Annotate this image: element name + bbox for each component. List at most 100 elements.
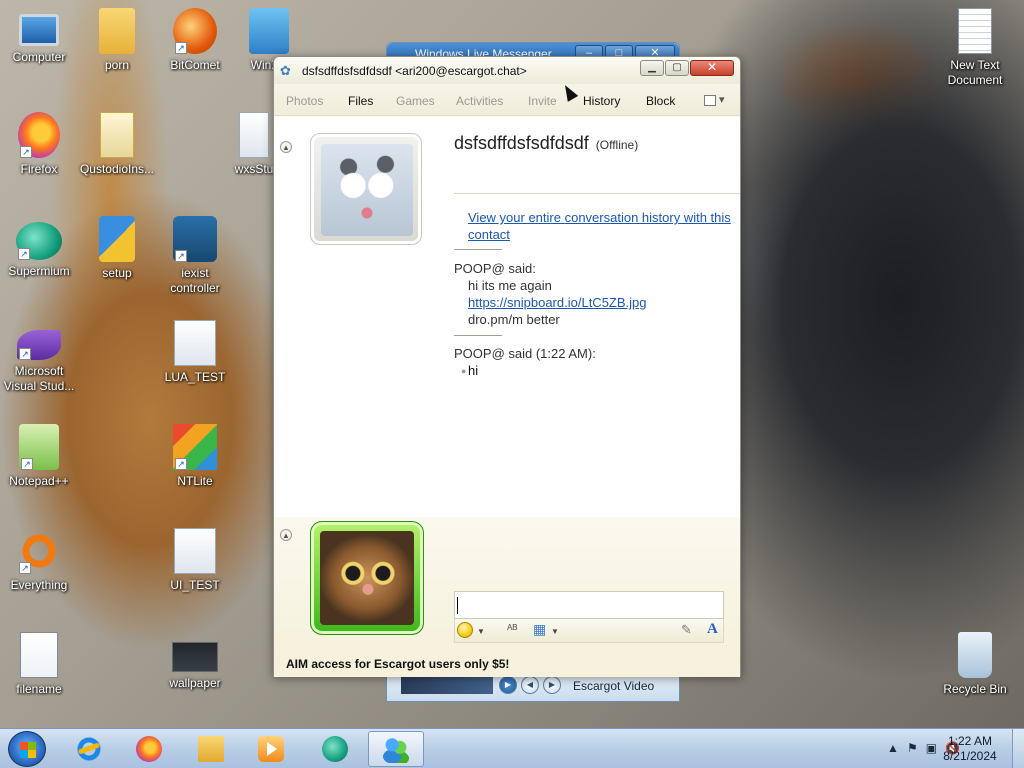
desktop-icon-new-text-document[interactable]: New Text Document — [936, 8, 1014, 88]
shortcut-arrow-icon: ↗ — [175, 250, 187, 262]
settings-file-icon — [239, 112, 269, 158]
message-divider — [454, 249, 502, 250]
contact-avatar[interactable] — [310, 133, 422, 245]
message-divider — [454, 335, 502, 336]
desktop-icon-ui-test[interactable]: UI_TEST — [156, 528, 234, 593]
toolbar-activities[interactable]: Activities — [456, 94, 503, 108]
toolbar-files[interactable]: Files — [348, 94, 373, 108]
taskbar-media-player[interactable] — [244, 731, 300, 767]
next-icon[interactable]: ▶ — [543, 676, 561, 694]
desktop-icon-recycle-bin[interactable]: Recycle Bin — [936, 632, 1014, 697]
desktop-icon-label: setup — [102, 266, 132, 280]
desktop-icon-ntlite[interactable]: ↗ NTLite — [156, 424, 234, 489]
text-caret — [457, 597, 458, 614]
iexist-icon: ↗ — [173, 216, 217, 262]
taskbar: ▲ ⚑ ▣ 🔇 1:22 AM 8/21/2024 — [0, 728, 1024, 768]
taskbar-file-explorer[interactable] — [184, 731, 240, 767]
desktop-icon-label: porn — [104, 58, 130, 72]
toolbar-games[interactable]: Games — [396, 94, 435, 108]
toolbar-more-dropdown[interactable]: ▾ — [704, 93, 728, 107]
handwriting-icon[interactable]: ✎ — [681, 622, 692, 638]
desktop-icon-qustodio[interactable]: QustodioIns... — [78, 112, 156, 177]
taskbar-messenger[interactable] — [368, 731, 424, 767]
folder-icon — [198, 736, 224, 762]
settings-file-icon — [174, 528, 216, 574]
collapse-contact-picture-icon[interactable]: ▲ — [280, 141, 292, 153]
toolbar-invite[interactable]: Invite — [528, 94, 557, 108]
shortcut-arrow-icon: ↗ — [18, 248, 30, 260]
conversation-titlebar[interactable]: ✿ dsfsdffdsfsdfdsdf <ari200@escargot.cha… — [274, 57, 740, 84]
font-icon[interactable]: A — [707, 621, 718, 638]
toolbar-history[interactable]: History — [583, 94, 620, 108]
desktop-icon-everything[interactable]: ↗ Everything — [0, 528, 78, 593]
emoticon-dropdown-icon[interactable]: ▼ — [477, 627, 485, 636]
contact-display-picture — [321, 144, 413, 236]
toolbar-block[interactable]: Block — [646, 94, 675, 108]
notepadpp-icon: ↗ — [19, 424, 59, 470]
desktop-icon-label: wxsStu — [234, 162, 274, 176]
desktop-icon-bitcomet[interactable]: ↗ BitComet — [156, 8, 234, 73]
desktop-icon-firefox[interactable]: ↗ Firefox — [0, 112, 78, 177]
image-file-icon — [172, 642, 218, 672]
start-button[interactable] — [8, 731, 46, 767]
taskbar-firefox[interactable] — [122, 731, 178, 767]
conversation-window[interactable]: ✿ dsfsdffdsfsdfdsdf <ari200@escargot.cha… — [273, 56, 741, 677]
computer-icon — [19, 14, 59, 46]
taskbar-clock[interactable]: 1:22 AM 8/21/2024 — [928, 734, 1012, 764]
desktop-icon-label: Notepad++ — [9, 474, 69, 488]
window-title: dsfsdffdsfsdfdsdf <ari200@escargot.chat> — [302, 64, 527, 78]
background-icon[interactable]: ▦ — [533, 621, 546, 638]
message-input[interactable] — [454, 591, 724, 619]
desktop-icon-setup[interactable]: setup — [78, 216, 156, 281]
desktop-icon-label: UI_TEST — [170, 578, 220, 592]
maximize-button[interactable]: ▢ — [665, 60, 689, 76]
folder-icon — [99, 8, 135, 54]
close-button[interactable]: ✕ — [690, 60, 734, 76]
message-line: dro.pm/m better — [468, 312, 560, 327]
desktop-icon-label: Firefox — [20, 162, 58, 176]
clock-date: 8/21/2024 — [943, 749, 997, 763]
windows-logo-icon — [20, 742, 36, 758]
supermium-icon — [322, 736, 348, 762]
taskbar-supermium[interactable] — [308, 731, 364, 767]
message-link[interactable]: https://snipboard.io/LtC5ZB.jpg — [468, 295, 647, 310]
recycle-bin-icon — [958, 632, 992, 678]
previous-icon[interactable]: ◀ — [521, 676, 539, 694]
user-avatar[interactable] — [310, 521, 424, 635]
supermium-icon: ↗ — [16, 222, 62, 260]
shortcut-arrow-icon: ↗ — [175, 42, 187, 54]
desktop-icon-notepadpp[interactable]: ↗ Notepad++ — [0, 424, 78, 489]
wink-icon[interactable]: ᴬᴮ — [507, 622, 517, 636]
desktop-icon-wallpaper[interactable]: wallpaper — [156, 632, 234, 691]
play-icon[interactable]: ▶ — [499, 676, 517, 694]
emoticon-icon[interactable] — [457, 622, 473, 638]
background-dropdown-icon[interactable]: ▼ — [551, 627, 559, 636]
messenger-buddy-icon: ✿ — [280, 63, 291, 78]
desktop-icon-label: Computer — [12, 50, 66, 64]
video-thumbnail[interactable] — [401, 674, 493, 694]
desktop-icon-filename[interactable]: filename — [0, 632, 78, 697]
toolbar-photos[interactable]: Photos — [286, 94, 323, 108]
desktop-icon-supermium[interactable]: ↗ Supermium — [0, 216, 78, 279]
visual-studio-icon: ↗ — [17, 330, 61, 360]
show-desktop-button[interactable] — [1012, 729, 1024, 768]
desktop-icon-iexist-controller[interactable]: ↗ iexist controller — [156, 216, 234, 296]
desktop-icon-wxsstu[interactable]: wxsStu — [234, 112, 274, 177]
collapse-user-picture-icon[interactable]: ▲ — [280, 529, 292, 541]
escargot-video-label[interactable]: Escargot Video — [573, 679, 654, 693]
desktop-icon-label: iexist controller — [170, 266, 220, 295]
minimize-button[interactable]: ▁ — [640, 60, 664, 76]
settings-file-icon — [174, 320, 216, 366]
winxs-icon — [249, 8, 289, 54]
taskbar-internet-explorer[interactable] — [62, 731, 118, 767]
action-center-flag-icon[interactable]: ⚑ — [907, 741, 918, 755]
zip-folder-icon — [100, 112, 134, 158]
desktop-icon-visual-studio[interactable]: ↗ Microsoft Visual Stud... — [0, 320, 78, 394]
desktop-icon-computer[interactable]: Computer — [0, 8, 78, 65]
conversation-history-link[interactable]: View your entire conversation history wi… — [468, 209, 740, 243]
show-hidden-icons-icon[interactable]: ▲ — [887, 741, 899, 755]
setup-icon — [99, 216, 135, 262]
desktop-icon-lua-test[interactable]: LUA_TEST — [156, 320, 234, 385]
advertisement-text[interactable]: AIM access for Escargot users only $5! — [286, 657, 509, 671]
desktop-icon-porn[interactable]: porn — [78, 8, 156, 73]
